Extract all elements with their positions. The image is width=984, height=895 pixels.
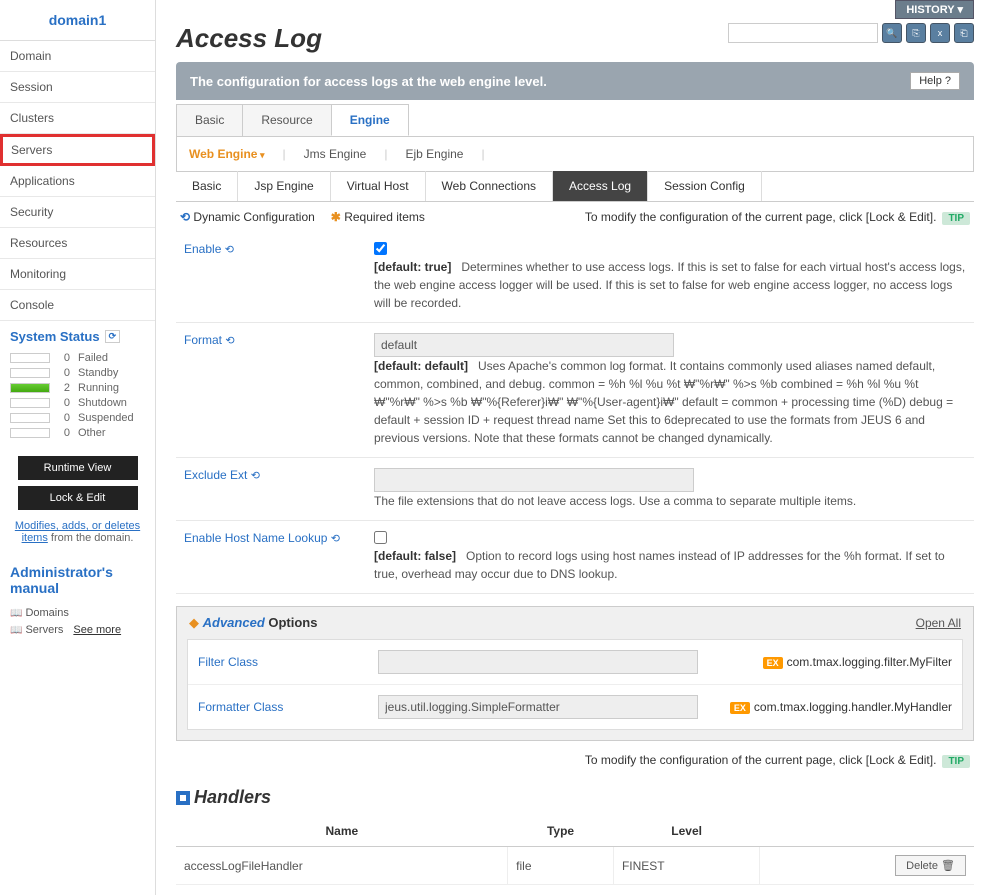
table-row: accessLogFileHandler file FINEST Delete … (176, 847, 974, 885)
nav-applications[interactable]: Applications (0, 166, 155, 197)
xml-icon[interactable]: x (930, 23, 950, 43)
handlers-table: Name Type Level accessLogFileHandler fil… (176, 816, 974, 885)
sync-icon: ⟲ (225, 335, 234, 347)
enable-checkbox[interactable] (374, 242, 387, 255)
admin-manual: Administrator's manual Domains Servers S… (0, 554, 155, 646)
col-actions (760, 816, 974, 847)
tabs: Basic Resource Engine (176, 104, 974, 137)
delete-button[interactable]: Delete 🗑 (895, 855, 966, 876)
exclude-label: Exclude Ext (184, 468, 247, 482)
col-level: Level (613, 816, 759, 847)
lock-edit-button[interactable]: Lock & Edit (18, 486, 138, 510)
subtab-ejb-engine[interactable]: Ejb Engine (405, 147, 463, 161)
sync-icon: ⟲ (251, 470, 260, 482)
subnav-jsp-engine[interactable]: Jsp Engine (238, 171, 330, 201)
format-label: Format (184, 333, 222, 347)
search-input[interactable] (728, 23, 878, 43)
hostname-checkbox[interactable] (374, 531, 387, 544)
tab-resource[interactable]: Resource (242, 104, 331, 136)
advanced-options: ◆ Advanced Options Open All Filter Class… (176, 606, 974, 741)
format-input[interactable] (374, 333, 674, 357)
admin-manual-title: Administrator's manual (10, 564, 145, 596)
import-icon[interactable]: ⎗ (954, 23, 974, 43)
tab-basic[interactable]: Basic (176, 104, 243, 136)
see-more-link[interactable]: See more (73, 624, 121, 636)
config-bar: ⟲ Dynamic Configuration ✱ Required items… (176, 202, 974, 232)
formatter-class-input[interactable] (378, 695, 698, 719)
domain-header: domain1 (0, 0, 155, 41)
page-title: Access Log (176, 23, 322, 54)
manual-domains[interactable]: Domains (10, 604, 145, 622)
system-status: System Status ⟳ 0Failed 0Standby 2Runnin… (0, 321, 155, 450)
filter-class-input[interactable] (378, 650, 698, 674)
nav-security[interactable]: Security (0, 197, 155, 228)
subnav: Basic Jsp Engine Virtual Host Web Connec… (176, 171, 974, 202)
sidebar: domain1 Domain Session Clusters Servers … (0, 0, 156, 895)
col-type: Type (508, 816, 614, 847)
runtime-view-button[interactable]: Runtime View (18, 456, 138, 480)
nav-resources[interactable]: Resources (0, 228, 155, 259)
ex-badge: EX (763, 657, 783, 669)
enable-label: Enable (184, 242, 221, 256)
system-status-title: System Status (10, 329, 100, 344)
tip-badge: TIP (942, 212, 970, 225)
handlers-title: Handlers (176, 787, 974, 808)
hostname-label: Enable Host Name Lookup (184, 531, 327, 545)
history-button[interactable]: HISTORY ▾ (895, 0, 974, 19)
tip-badge: TIP (942, 755, 970, 768)
nav-monitoring[interactable]: Monitoring (0, 259, 155, 290)
subtab-web-engine[interactable]: Web Engine (189, 147, 264, 161)
col-name: Name (176, 816, 508, 847)
handlers-icon (176, 791, 190, 805)
adv-icon: ◆ (189, 615, 199, 630)
nav-clusters[interactable]: Clusters (0, 103, 155, 134)
manual-servers[interactable]: Servers (10, 621, 63, 639)
nav-console[interactable]: Console (0, 290, 155, 321)
dynamic-icon: ⟲ (180, 210, 190, 224)
subnav-access-log[interactable]: Access Log (553, 171, 648, 201)
filter-class-label: Filter Class (198, 655, 378, 669)
formatter-class-label: Formatter Class (198, 700, 378, 714)
tab-engine[interactable]: Engine (331, 104, 409, 136)
config-form: Enable ⟲ [default: true] Determines whet… (176, 232, 974, 594)
search-icon[interactable]: 🔍 (882, 23, 902, 43)
ex-badge: EX (730, 702, 750, 714)
open-all-link[interactable]: Open All (916, 616, 961, 630)
required-icon: ✱ (331, 210, 341, 224)
subnav-virtual-host[interactable]: Virtual Host (331, 171, 426, 201)
nav-session[interactable]: Session (0, 72, 155, 103)
subnav-basic[interactable]: Basic (176, 171, 238, 201)
sync-icon: ⟲ (225, 244, 234, 256)
subtabs: Web Engine | Jms Engine | Ejb Engine | (176, 137, 974, 172)
subnav-web-connections[interactable]: Web Connections (426, 171, 554, 201)
banner: The configuration for access logs at the… (176, 62, 974, 100)
footer-tip: To modify the configuration of the curre… (176, 741, 974, 779)
nav-domain[interactable]: Domain (0, 41, 155, 72)
sync-icon: ⟲ (331, 533, 340, 545)
main-content: HISTORY ▾ Access Log 🔍 ⎘ x ⎗ The configu… (156, 0, 984, 895)
refresh-icon[interactable]: ⟳ (105, 330, 121, 343)
nav-servers[interactable]: Servers (0, 134, 155, 166)
exclude-input[interactable] (374, 468, 694, 492)
subtab-jms-engine[interactable]: Jms Engine (304, 147, 367, 161)
banner-text: The configuration for access logs at the… (190, 74, 547, 89)
sidebar-note: Modifies, adds, or deletes items from th… (0, 516, 155, 554)
help-button[interactable]: Help ? (910, 72, 960, 90)
export-icon[interactable]: ⎘ (906, 23, 926, 43)
subnav-session-config[interactable]: Session Config (648, 171, 762, 201)
